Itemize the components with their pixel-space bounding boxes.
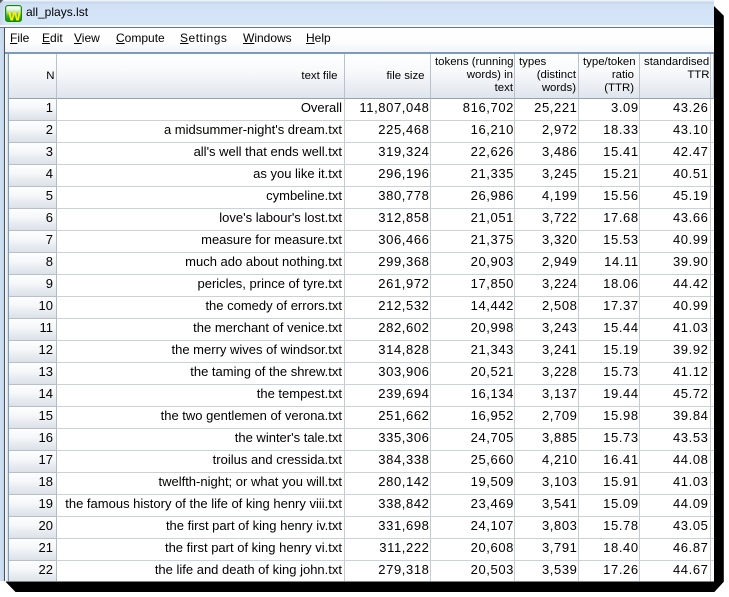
svg-text:w: w — [7, 8, 21, 22]
